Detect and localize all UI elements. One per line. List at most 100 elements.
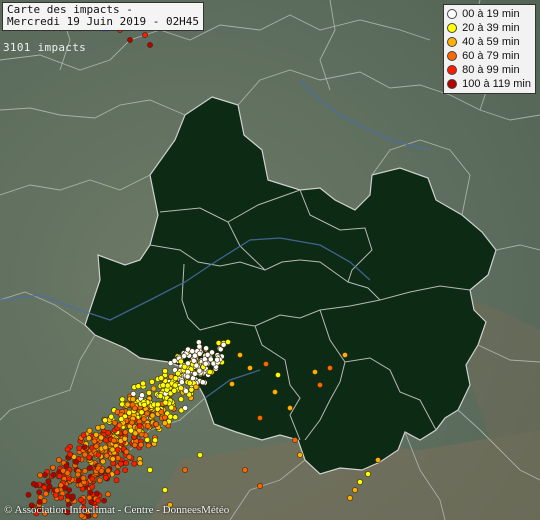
strike-point: [174, 370, 181, 377]
strike-point: [78, 496, 84, 503]
legend-label: 20 à 39 min: [462, 22, 520, 34]
legend-item: 40 à 59 min: [447, 35, 531, 49]
legend-item: 20 à 39 min: [447, 21, 531, 35]
strike-point: [64, 470, 71, 476]
strike-point: [67, 451, 73, 458]
strike-point: [158, 409, 165, 415]
legend-label: 40 à 59 min: [462, 36, 520, 48]
strike-point: [327, 365, 333, 371]
strike-point: [75, 471, 81, 478]
strike-point: [139, 392, 145, 399]
legend-item: 80 à 99 min: [447, 63, 531, 77]
strike-point: [297, 452, 303, 458]
strike-point: [80, 432, 87, 439]
strike-point: [161, 420, 168, 426]
strike-point: [196, 350, 203, 357]
strike-point: [102, 417, 108, 424]
strike-point: [100, 458, 106, 465]
strike-point: [144, 410, 150, 417]
strike-point: [82, 468, 88, 474]
strike-point: [95, 497, 102, 504]
strike-point: [172, 375, 179, 382]
strike-point: [73, 458, 79, 465]
strike-point: [50, 464, 56, 471]
strike-point: [149, 378, 155, 385]
strike-point: [124, 401, 131, 408]
strike-point: [229, 381, 235, 387]
legend-item: 60 à 79 min: [447, 49, 531, 63]
strike-point: [116, 422, 123, 429]
strike-point: [150, 385, 157, 392]
strike-point: [101, 497, 107, 504]
strike-point: [247, 365, 253, 371]
strike-point: [137, 460, 144, 467]
legend-label: 80 à 99 min: [462, 64, 520, 76]
strike-point: [131, 405, 138, 412]
strike-point: [171, 387, 178, 394]
strike-point: [189, 348, 196, 355]
strike-point: [181, 353, 187, 359]
strike-point: [184, 373, 191, 380]
strike-point: [123, 460, 130, 466]
strike-point: [95, 451, 102, 458]
impact-count: 3101 impacts: [3, 41, 87, 54]
strike-point: [167, 413, 174, 420]
strike-point: [93, 431, 100, 438]
strike-point: [123, 448, 130, 455]
strike-point: [188, 386, 195, 393]
strike-point: [203, 345, 209, 352]
strike-point: [37, 472, 43, 479]
credit-text: © Association Infoclimat - Centre - Donn…: [4, 504, 230, 516]
strike-point: [114, 469, 120, 476]
strike-point: [191, 370, 198, 377]
strike-point: [93, 443, 100, 450]
strike-point: [119, 396, 126, 403]
strike-point: [136, 423, 143, 429]
strike-point: [263, 361, 269, 367]
strike-point: [75, 477, 82, 484]
strike-point: [118, 416, 125, 422]
strike-point: [312, 369, 318, 375]
strike-point: [129, 419, 135, 426]
strike-point: [177, 385, 184, 391]
legend-dot-icon: [447, 37, 458, 47]
strike-point: [105, 467, 111, 474]
legend-dot-icon: [447, 23, 458, 33]
strike-point: [164, 382, 171, 389]
strike-point: [114, 446, 121, 453]
strike-point: [142, 32, 148, 38]
legend-label: 100 à 119 min: [462, 78, 531, 90]
strike-point: [172, 414, 179, 421]
strike-point: [36, 489, 43, 496]
strike-point: [357, 479, 363, 485]
strike-point: [287, 405, 293, 411]
strike-point: [186, 380, 193, 386]
strike-point: [365, 471, 371, 477]
strike-point: [82, 451, 88, 458]
strike-point: [41, 484, 48, 491]
strike-point: [178, 379, 185, 385]
legend-item: 100 à 119 min: [447, 77, 531, 91]
strike-point: [237, 352, 243, 358]
strike-point: [94, 490, 100, 497]
strike-point: [141, 401, 148, 408]
strike-point: [144, 423, 151, 429]
legend-dot-icon: [447, 51, 458, 61]
strike-point: [375, 457, 381, 463]
strike-point: [196, 343, 203, 350]
strike-point: [43, 490, 49, 497]
strike-point: [178, 396, 184, 403]
strike-point: [152, 437, 158, 444]
legend-dot-icon: [447, 9, 458, 19]
strike-point: [257, 415, 263, 421]
strike-point: [105, 491, 111, 498]
strike-point: [66, 487, 72, 493]
strike-point: [130, 396, 136, 403]
strike-point: [171, 357, 178, 364]
strike-point: [196, 367, 203, 374]
strike-point: [147, 467, 153, 473]
strike-point: [162, 368, 168, 374]
strike-point: [42, 472, 48, 478]
strike-point: [102, 444, 109, 451]
strike-point: [89, 483, 96, 490]
